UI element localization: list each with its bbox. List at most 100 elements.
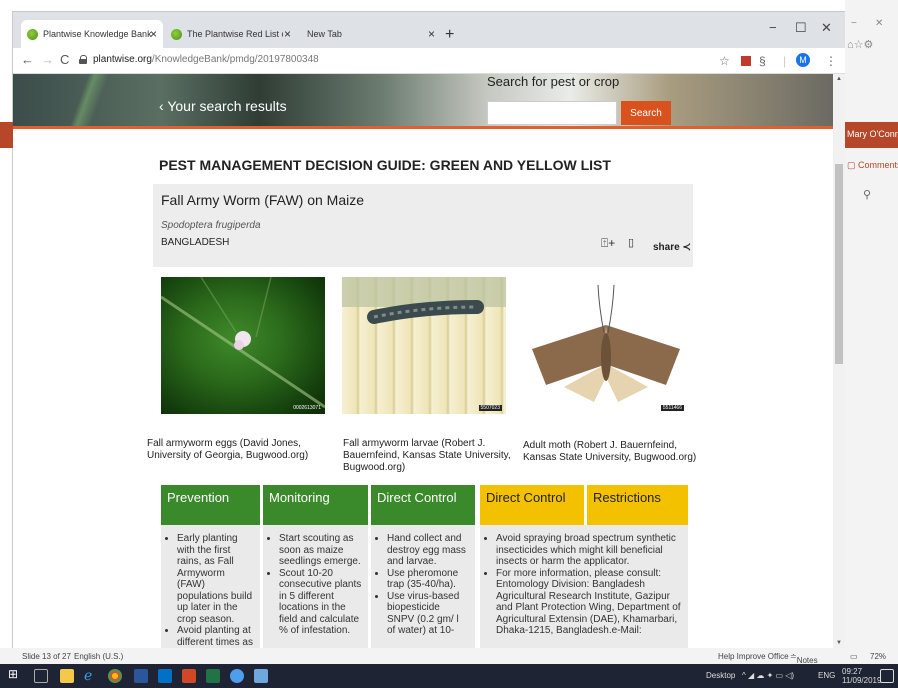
bookmark-star-icon[interactable]: ☆	[719, 54, 730, 68]
search-button[interactable]: Search	[621, 101, 671, 125]
photo-caption: Fall armyworm larvae (Robert J. Bauernfe…	[343, 438, 511, 473]
file-explorer-icon[interactable]	[60, 669, 74, 683]
photo-caption: Adult moth (Robert J. Bauernfeind, Kansa…	[523, 440, 697, 463]
list-item: For more information, please consult: En…	[496, 568, 682, 637]
photo-badge: 5507023	[478, 405, 502, 411]
photo-eggs: 0002613071	[161, 277, 325, 414]
page-content: ‹ Your search results Search for pest or…	[13, 74, 845, 648]
extension-icon[interactable]	[741, 56, 751, 66]
slide-view-icon[interactable]: ▭	[850, 652, 858, 661]
url-path: /KnowledgeBank/pmdg/20197800348	[151, 54, 319, 65]
toolbar-icons[interactable]: ⌂☆⚙	[847, 38, 873, 51]
word-icon[interactable]	[134, 669, 148, 683]
profile-avatar[interactable]: M	[796, 53, 810, 67]
column-body-direct-control: Hand collect and destroy egg mass and la…	[371, 525, 475, 648]
app-icon[interactable]	[254, 669, 268, 683]
search-icon[interactable]: ⚲	[863, 188, 871, 201]
tab-new-tab[interactable]: New Tab ×	[301, 20, 441, 48]
pest-info-box: Fall Army Worm (FAW) on Maize Spodoptera…	[153, 184, 693, 267]
powerpoint-icon[interactable]	[182, 669, 196, 683]
user-name[interactable]: Mary O'Connor	[845, 122, 898, 148]
banner	[13, 74, 833, 126]
close-tab-icon[interactable]: ×	[150, 27, 157, 41]
language-status[interactable]: English (U.S.)	[74, 652, 123, 661]
close-icon[interactable]: ✕	[875, 18, 883, 29]
leaf-vein	[161, 277, 325, 409]
latin-name: Spodoptera frugiperda	[161, 220, 261, 231]
forward-icon[interactable]: →	[41, 52, 54, 67]
powerpoint-pane: − ✕ ⌂☆⚙ Mary O'Connor ▢ Comments ⚲	[845, 0, 898, 650]
url-host: plantwise.org	[93, 54, 152, 65]
menu-icon[interactable]: ⋮	[825, 54, 837, 68]
tray-icons[interactable]: ^ ◢ ☁ ✦ ▭ ◁)	[742, 671, 794, 680]
status-bar: Slide 13 of 27 English (U.S.) Help Impro…	[0, 648, 898, 665]
add-to-list-icon[interactable]: ⍐+	[601, 236, 615, 251]
url-field[interactable]: plantwise.org/KnowledgeBank/pmdg/2019780…	[93, 54, 319, 65]
close-tab-icon[interactable]: ×	[428, 27, 435, 41]
page-scrollbar[interactable]: ▲ ▼	[833, 74, 845, 648]
list-item: Early planting with the first rains, as …	[177, 533, 254, 625]
photo-larvae: 5507023	[342, 277, 506, 414]
pdf-download-icon[interactable]: ▯	[628, 236, 634, 249]
new-tab-button[interactable]: +	[445, 26, 454, 44]
pest-title: Fall Army Worm (FAW) on Maize	[161, 192, 365, 208]
tab-plantwise[interactable]: Plantwise Knowledge Bank ×	[21, 20, 163, 48]
clock[interactable]: 09:27 11/09/2019	[842, 667, 881, 685]
larva	[342, 277, 506, 324]
column-body-prevention: Early planting with the first rains, as …	[161, 525, 260, 648]
windows-start-icon[interactable]: ⊞	[8, 667, 22, 681]
close-window-icon[interactable]: ✕	[821, 20, 832, 36]
minimize-icon[interactable]: −	[851, 18, 857, 29]
plantwise-favicon-icon	[171, 28, 182, 40]
lock-icon	[79, 55, 87, 64]
column-body-restrictions: Avoid spraying broad spectrum synthetic …	[480, 525, 688, 648]
input-language[interactable]: ENG	[818, 671, 835, 680]
excel-icon[interactable]	[206, 669, 220, 683]
back-icon[interactable]: ←	[21, 52, 34, 67]
clock-date: 11/09/2019	[842, 676, 882, 685]
back-to-results-link[interactable]: ‹ Your search results	[159, 98, 287, 114]
country-label: BANGLADESH	[161, 237, 230, 248]
plantwise-favicon-icon	[27, 28, 38, 40]
banner-bar	[13, 126, 833, 129]
slide-counter: Slide 13 of 27	[22, 652, 71, 661]
clock-time: 09:27	[842, 667, 863, 676]
notes-button[interactable]: ≐ Notes	[790, 652, 818, 665]
share-button[interactable]: share ≺	[653, 242, 691, 253]
tab-strip: Plantwise Knowledge Bank × The Plantwise…	[13, 12, 845, 48]
ppt-ribbon-edge	[0, 122, 13, 148]
extension-icon[interactable]: §	[759, 54, 766, 68]
column-header-prevention: Prevention	[161, 485, 260, 525]
tab-title: The Plantwise Red List of Pestici	[187, 29, 283, 39]
comments-button[interactable]: ▢ Comments	[847, 160, 898, 171]
notifications-icon[interactable]	[880, 669, 894, 683]
list-item: Hand collect and destroy egg mass and la…	[387, 533, 469, 568]
tab-title: Plantwise Knowledge Bank	[43, 29, 152, 39]
edge-icon[interactable]: ℯ	[84, 667, 98, 683]
maximize-icon[interactable]: ☐	[795, 20, 807, 36]
photo-moth: 5511466	[524, 277, 688, 414]
minimize-icon[interactable]: −	[769, 20, 777, 35]
taskbar: ⊞ ℯ Desktop ^ ◢ ☁ ✦ ▭ ◁) ENG 09:27 11/09/…	[0, 664, 898, 688]
search-input[interactable]	[487, 101, 617, 125]
share-label: share	[653, 242, 680, 253]
tab-red-list[interactable]: The Plantwise Red List of Pestici ×	[165, 20, 297, 48]
comments-label: Comments	[858, 160, 898, 170]
help-improve-link[interactable]: Help Improve Office	[718, 652, 789, 661]
reload-icon[interactable]: C	[60, 52, 69, 67]
app-icon[interactable]	[230, 669, 244, 683]
zoom-level[interactable]: 72%	[870, 652, 886, 661]
page-title: PEST MANAGEMENT DECISION GUIDE: GREEN AN…	[159, 157, 611, 173]
list-item: Use pheromone trap (35-40/ha).	[387, 568, 469, 591]
photo-caption: Fall armyworm eggs (David Jones, Univers…	[147, 438, 309, 461]
address-bar: ← → C plantwise.org/KnowledgeBank/pmdg/2…	[13, 48, 845, 74]
column-header-monitoring: Monitoring	[263, 485, 368, 525]
chrome-icon[interactable]	[108, 669, 122, 683]
list-item: Scout 10-20 consecutive plants in 5 diff…	[279, 568, 362, 637]
scrollbar-thumb[interactable]	[835, 164, 843, 364]
desktop-toolbar[interactable]: Desktop	[706, 671, 735, 680]
screen: Plantwise Knowledge Bank × The Plantwise…	[0, 0, 898, 688]
outlook-icon[interactable]	[158, 669, 172, 683]
close-tab-icon[interactable]: ×	[284, 27, 291, 41]
task-view-icon[interactable]	[34, 669, 48, 683]
